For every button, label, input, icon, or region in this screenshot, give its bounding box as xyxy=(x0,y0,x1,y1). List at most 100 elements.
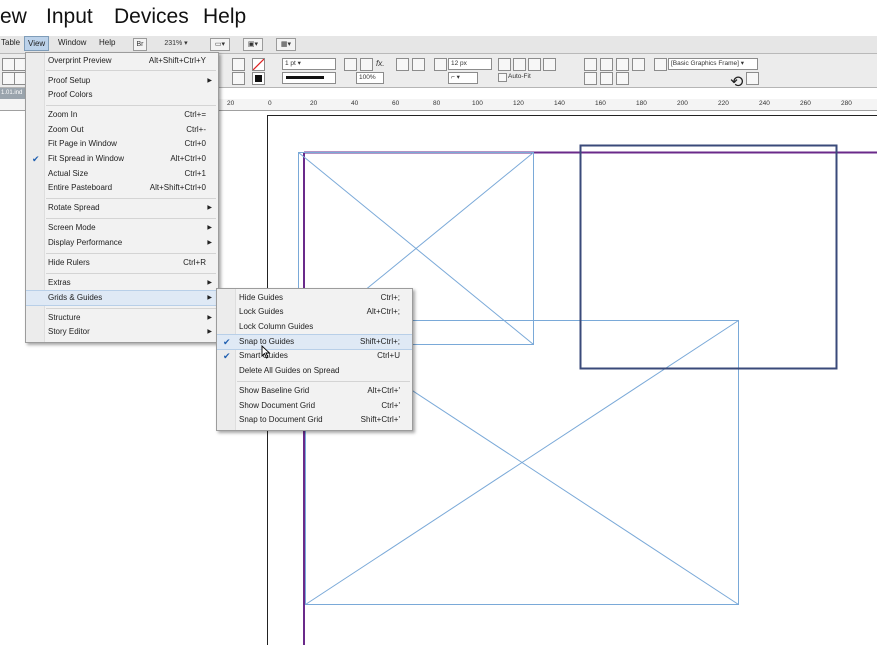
menu-separator xyxy=(46,198,216,199)
menu-item-label: Fit Page in Window xyxy=(48,139,117,148)
screen-mode-icon[interactable]: ▣▾ xyxy=(243,38,263,51)
menu-item-shortcut: Alt+Ctrl+' xyxy=(367,386,400,395)
ruler-label: 20 xyxy=(227,100,235,107)
effects-fx-icon[interactable]: fx. xyxy=(376,59,384,68)
fitting-icon-1[interactable] xyxy=(498,58,511,71)
menu-item-label: Proof Setup xyxy=(48,76,91,85)
scale-field[interactable]: 100% xyxy=(356,72,384,84)
menu-item-screen-mode[interactable]: Screen Mode ▶ xyxy=(26,221,218,235)
menu-item-proof-setup[interactable]: Proof Setup ▶ xyxy=(26,74,218,88)
view-options-icon[interactable]: ▭▾ xyxy=(210,38,230,51)
menu-item-label: Overprint Preview xyxy=(48,56,112,65)
menu-item-structure[interactable]: Structure ▶ xyxy=(26,311,218,325)
menu-item-label: Fit Spread in Window xyxy=(48,154,125,163)
menu-item-shortcut: Ctrl+1 xyxy=(184,169,206,178)
align-bottom-edges-icon[interactable] xyxy=(616,72,629,85)
stroke-weight-field[interactable]: 1 pt ▾ xyxy=(282,58,336,70)
spacing-field[interactable]: 12 px xyxy=(448,58,492,70)
submenu-arrow-icon: ▶ xyxy=(207,295,212,301)
menu-item-shortcut: Alt+Ctrl+; xyxy=(366,307,400,316)
stroke-swatch-icon[interactable] xyxy=(252,72,265,85)
fit-content-icon[interactable] xyxy=(344,58,357,71)
menu-item-actual-size[interactable]: Actual Size Ctrl+1 xyxy=(26,167,218,181)
fit-frame-icon[interactable] xyxy=(360,58,373,71)
fitting-icon-2[interactable] xyxy=(513,58,526,71)
object-style-value: [Basic Graphics Frame] xyxy=(671,60,739,67)
menu-help[interactable]: Help xyxy=(99,38,115,47)
menu-item-entire-pasteboard[interactable]: Entire Pasteboard Alt+Shift+Ctrl+0 xyxy=(26,181,218,195)
menu-item-story-editor[interactable]: Story Editor ▶ xyxy=(26,325,218,339)
menu-item-show-document-grid[interactable]: Show Document Grid Ctrl+' xyxy=(217,399,412,413)
outer-menu-input[interactable]: Input xyxy=(46,5,93,29)
ruler-label: 180 xyxy=(636,100,647,107)
zoom-level[interactable]: 231% ▾ xyxy=(156,38,196,49)
stroke-type-field[interactable] xyxy=(282,72,336,84)
submenu-arrow-icon: ▶ xyxy=(207,205,212,211)
outer-menu-devices[interactable]: Devices xyxy=(114,5,189,29)
menu-item-snap-to-guides[interactable]: ✔ Snap to Guides Shift+Ctrl+; xyxy=(217,334,412,350)
outer-menu-help[interactable]: Help xyxy=(203,5,246,29)
menu-table[interactable]: Table xyxy=(1,38,20,47)
bridge-button[interactable]: Br xyxy=(133,38,147,51)
menu-item-zoom-out[interactable]: Zoom Out Ctrl+- xyxy=(26,123,218,137)
align-top-edges-icon[interactable] xyxy=(584,72,597,85)
fill-swatch-icon[interactable] xyxy=(252,58,265,71)
menu-view[interactable]: View xyxy=(24,36,50,51)
menu-window[interactable]: Window xyxy=(58,38,86,47)
menu-item-rotate-spread[interactable]: Rotate Spread ▶ xyxy=(26,201,218,215)
menu-item-display-performance[interactable]: Display Performance ▶ xyxy=(26,236,218,250)
flip-vertical-icon[interactable] xyxy=(232,72,245,85)
object-style-icon[interactable] xyxy=(654,58,667,71)
menu-item-label: Extras xyxy=(48,278,71,287)
menu-separator xyxy=(46,218,216,219)
menu-item-extras[interactable]: Extras ▶ xyxy=(26,276,218,290)
menu-item-show-baseline-grid[interactable]: Show Baseline Grid Alt+Ctrl+' xyxy=(217,384,412,398)
menu-item-label: Zoom In xyxy=(48,110,78,119)
rectangle-frame-selected[interactable] xyxy=(579,144,838,370)
corner-options-field[interactable]: ⌐ ▾ xyxy=(448,72,478,84)
clear-overrides-icon[interactable]: ⟲ xyxy=(730,72,743,91)
menu-item-lock-column-guides[interactable]: Lock Column Guides xyxy=(217,320,412,334)
menu-item-shortcut: Alt+Shift+Ctrl+0 xyxy=(149,183,206,192)
align-centers-icon[interactable] xyxy=(600,58,613,71)
menu-item-overprint-preview[interactable]: Overprint Preview Alt+Shift+Ctrl+Y xyxy=(26,54,218,68)
menu-item-fit-page[interactable]: Fit Page in Window Ctrl+0 xyxy=(26,137,218,151)
menu-item-grids-guides[interactable]: Grids & Guides ▶ xyxy=(26,290,218,306)
menu-item-shortcut: Ctrl+U xyxy=(377,351,400,360)
menu-item-fit-spread[interactable]: ✔ Fit Spread in Window Alt+Ctrl+0 xyxy=(26,152,218,166)
menu-item-lock-guides[interactable]: Lock Guides Alt+Ctrl+; xyxy=(217,305,412,319)
flip-horizontal-icon[interactable] xyxy=(232,58,245,71)
fitting-icon-4[interactable] xyxy=(543,58,556,71)
autofit-checkbox[interactable] xyxy=(498,73,507,82)
menu-item-zoom-in[interactable]: Zoom In Ctrl+= xyxy=(26,108,218,122)
ruler-label: 60 xyxy=(392,100,400,107)
align-right-edges-icon[interactable] xyxy=(616,58,629,71)
menu-item-hide-guides[interactable]: Hide Guides Ctrl+; xyxy=(217,291,412,305)
menu-item-shortcut: Ctrl+; xyxy=(380,293,400,302)
object-style-field[interactable]: [Basic Graphics Frame] ▾ xyxy=(668,58,758,70)
submenu-arrow-icon: ▶ xyxy=(207,315,212,321)
menu-item-proof-colors[interactable]: Proof Colors xyxy=(26,88,218,102)
checkmark-icon: ✔ xyxy=(223,351,231,361)
stroke-align-icon[interactable] xyxy=(396,58,409,71)
submenu-arrow-icon: ▶ xyxy=(207,78,212,84)
menu-separator xyxy=(46,253,216,254)
menu-item-hide-rulers[interactable]: Hide Rulers Ctrl+R xyxy=(26,256,218,270)
menu-item-smart-guides[interactable]: ✔ Smart Guides Ctrl+U xyxy=(217,349,412,363)
menu-item-shortcut: Shift+Ctrl+; xyxy=(359,337,400,346)
fitting-icon-3[interactable] xyxy=(528,58,541,71)
align-left-edges-icon[interactable] xyxy=(584,58,597,71)
menu-item-snap-to-document-grid[interactable]: Snap to Document Grid Shift+Ctrl+' xyxy=(217,413,412,427)
ruler-label: 120 xyxy=(513,100,524,107)
grids-guides-submenu: Hide Guides Ctrl+; Lock Guides Alt+Ctrl+… xyxy=(216,288,413,431)
align-vcenters-icon[interactable] xyxy=(600,72,613,85)
outer-menu-view[interactable]: ew xyxy=(0,5,27,29)
menu-item-shortcut: Alt+Ctrl+0 xyxy=(170,154,206,163)
arrange-documents-icon[interactable]: ▦▾ xyxy=(276,38,296,51)
distribute-icon[interactable] xyxy=(632,58,645,71)
stroke-align-icon-2[interactable] xyxy=(412,58,425,71)
menu-item-delete-all-guides[interactable]: Delete All Guides on Spread xyxy=(217,364,412,378)
spacing-icon[interactable] xyxy=(434,58,447,71)
menu-item-shortcut: Alt+Shift+Ctrl+Y xyxy=(148,56,206,65)
panel-options-icon[interactable] xyxy=(746,72,759,85)
